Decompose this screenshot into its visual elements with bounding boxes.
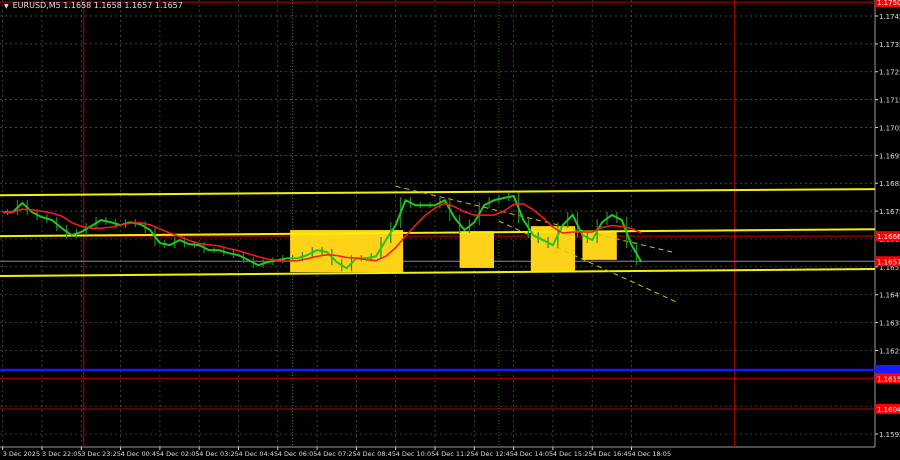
y-tick-label: 1.1685 <box>879 180 900 188</box>
x-tick-label: 4 Dec 04:45 <box>239 450 279 458</box>
price-level-line <box>0 188 876 197</box>
price-label: 1.1750 <box>877 0 900 7</box>
price-label: 1.1604 <box>877 406 900 414</box>
x-tick-label: 4 Dec 14:05 <box>514 450 554 458</box>
y-tick-label: 1.1645 <box>879 292 900 300</box>
price-label: 1.1666 <box>877 233 900 241</box>
y-tick-label: 1.1675 <box>879 208 900 216</box>
x-tick-label: 4 Dec 16:45 <box>592 450 632 458</box>
x-tick-label: 3 Dec 22:05 <box>42 450 82 458</box>
y-tick-label: 1.1715 <box>879 97 900 105</box>
support-resistance-zone <box>290 230 404 273</box>
price-level-line <box>0 228 876 238</box>
x-tick-label: 4 Dec 11:25 <box>435 450 475 458</box>
chart-window: 1.1745 1.1735 1.1725 1.1715 1.1705 1.1695 1.16… <box>0 0 900 460</box>
x-tick-label: 4 Dec 10:05 <box>396 450 436 458</box>
x-tick-label: 4 Dec 15:25 <box>553 450 593 458</box>
price-label: 1.1615 <box>877 375 900 383</box>
price-level-line <box>0 268 876 278</box>
x-tick-label: 4 Dec 07:25 <box>317 450 357 458</box>
x-tick-label: 4 Dec 03:25 <box>199 450 239 458</box>
y-tick-label: 1.1595 <box>879 431 900 439</box>
x-tick-label: 3 Dec 2025 <box>3 450 40 458</box>
y-tick-label: 1.1705 <box>879 124 900 132</box>
y-tick-label: 1.1695 <box>879 152 900 160</box>
symbol-quote-line: EURUSD,M5 1.1658 1.1658 1.1657 1.1657 <box>12 1 183 10</box>
price-label: 1.1657 <box>877 258 900 266</box>
y-tick-label: 1.1635 <box>879 320 900 328</box>
x-tick-label: 4 Dec 08:45 <box>356 450 396 458</box>
support-resistance-zone <box>459 231 494 268</box>
y-tick-label: 1.1725 <box>879 69 900 77</box>
triangle-down-icon[interactable]: ▼ <box>4 3 9 10</box>
y-tick-label: 1.1745 <box>879 13 900 21</box>
x-tick-label: 4 Dec 02:05 <box>160 450 200 458</box>
x-tick-label: 4 Dec 12:45 <box>474 450 514 458</box>
x-tick-label: 4 Dec 00:45 <box>121 450 161 458</box>
chart-title: ▼ EURUSD,M5 1.1658 1.1658 1.1657 1.1657 <box>4 1 183 10</box>
y-tick-label: 1.1625 <box>879 347 900 355</box>
x-tick-label: 4 Dec 18:05 <box>632 450 672 458</box>
x-tick-label: 4 Dec 06:05 <box>278 450 318 458</box>
y-tick-label: 1.1735 <box>879 41 900 49</box>
x-tick-label: 3 Dec 23:25 <box>81 450 121 458</box>
price-chart[interactable]: 1.1745 1.1735 1.1725 1.1715 1.1705 1.1695 1.16… <box>0 0 900 460</box>
